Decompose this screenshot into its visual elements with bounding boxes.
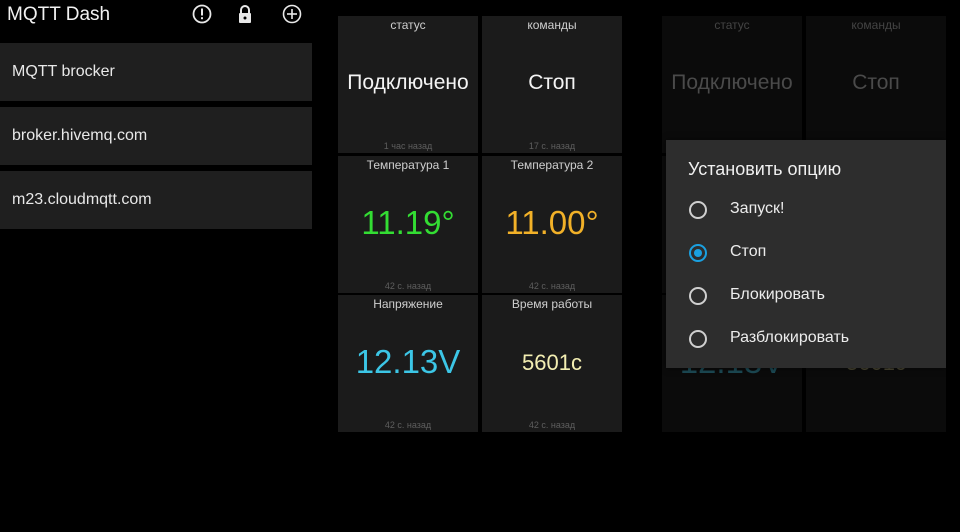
tile-value: Стоп: [852, 71, 900, 94]
tile-timestamp: 42 с. назад: [528, 281, 576, 291]
app-title: MQTT Dash: [7, 4, 111, 25]
radio-checked-icon[interactable]: [689, 244, 707, 262]
tile-value: Подключено: [671, 71, 793, 94]
tile-value: 11.19°: [361, 204, 455, 241]
tile-label: Время работы: [511, 297, 593, 311]
tile-label: команды: [527, 18, 577, 32]
add-icon[interactable]: [281, 3, 303, 25]
tile-value: 12.13V: [355, 343, 461, 380]
tile-label: Напряжение: [373, 297, 443, 311]
broker-item[interactable]: broker.hivemq.com: [0, 107, 312, 165]
tile-value: Подключено: [347, 71, 469, 94]
dialog-title: Установить опцию: [688, 159, 842, 179]
radio-icon[interactable]: [689, 287, 707, 305]
tile-value: Стоп: [528, 71, 576, 94]
bg-tile-status: статус Подключено: [662, 16, 802, 153]
option-unlock[interactable]: Разблокировать: [666, 319, 946, 359]
bg-tile-commands: команды Стоп: [806, 16, 946, 153]
option-label: Запуск!: [730, 200, 785, 217]
radio-icon[interactable]: [689, 201, 707, 219]
option-label: Разблокировать: [730, 329, 850, 346]
broker-item[interactable]: m23.cloudmqtt.com: [0, 171, 312, 229]
app-bar: MQTT Dash: [0, 0, 312, 30]
tile-timestamp: 42 с. назад: [528, 420, 576, 430]
tile-value: 11.00°: [505, 204, 599, 241]
broker-item[interactable]: MQTT brocker: [0, 43, 312, 101]
tile-timestamp: 42 с. назад: [384, 281, 432, 291]
tile-timestamp: 42 с. назад: [384, 420, 432, 430]
tile-temperature-2[interactable]: Температура 2 11.00° 42 с. назад: [482, 156, 622, 293]
tile-label: статус: [714, 18, 750, 32]
alert-icon[interactable]: [191, 3, 213, 25]
tile-voltage[interactable]: Напряжение 12.13V 42 с. назад: [338, 295, 478, 432]
radio-icon[interactable]: [689, 330, 707, 348]
tile-label: команды: [851, 18, 901, 32]
broker-label: MQTT brocker: [12, 63, 115, 80]
tile-label: Температура 2: [510, 158, 594, 172]
tile-uptime[interactable]: Время работы 5601c 42 с. назад: [482, 295, 622, 432]
option-start[interactable]: Запуск!: [666, 190, 946, 230]
tile-label: статус: [390, 18, 426, 32]
lock-icon[interactable]: [234, 3, 256, 25]
option-label: Блокировать: [730, 286, 825, 303]
tile-value: 5601c: [522, 350, 582, 375]
tile-timestamp: 1 час назад: [383, 141, 433, 151]
set-option-dialog: Установить опцию Запуск! Стоп Блокироват…: [666, 140, 946, 368]
tile-commands[interactable]: команды Стоп 17 с. назад: [482, 16, 622, 153]
tile-status[interactable]: статус Подключено 1 час назад: [338, 16, 478, 153]
tile-timestamp: 17 с. назад: [528, 141, 576, 151]
option-label: Стоп: [730, 243, 767, 260]
option-stop[interactable]: Стоп: [666, 233, 946, 273]
broker-label: m23.cloudmqtt.com: [12, 191, 152, 208]
tile-temperature-1[interactable]: Температура 1 11.19° 42 с. назад: [338, 156, 478, 293]
tile-label: Температура 1: [366, 158, 450, 172]
option-lock[interactable]: Блокировать: [666, 276, 946, 316]
broker-label: broker.hivemq.com: [12, 127, 148, 144]
